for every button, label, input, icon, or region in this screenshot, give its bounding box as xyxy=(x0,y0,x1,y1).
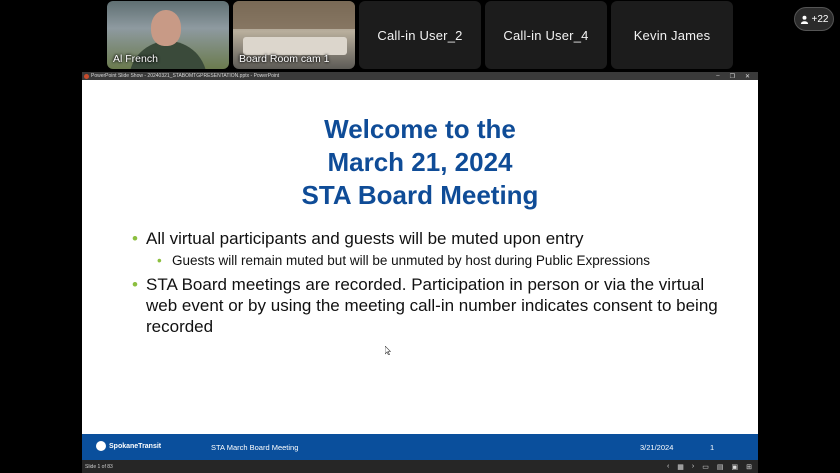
slide-title-line: Welcome to the xyxy=(324,114,516,144)
slide-title-line: STA Board Meeting xyxy=(301,180,539,210)
footer-slide-number: 1 xyxy=(710,443,715,452)
slideshow-controls: ‹ ▦ › ▭ ▤ ▣ ⊞ xyxy=(667,463,758,471)
slide-canvas[interactable]: Welcome to the March 21, 2024 STA Board … xyxy=(82,80,758,450)
powerpoint-icon xyxy=(84,73,89,79)
participant-name: Kevin James xyxy=(633,27,711,43)
participants-count: +22 xyxy=(811,13,829,25)
slide-footer: SpokaneTransit STA March Board Meeting 3… xyxy=(82,434,758,460)
logo-text: SpokaneTransit xyxy=(109,442,162,450)
restore-icon[interactable]: ❐ xyxy=(730,73,735,80)
sub-bullet-item: Guests will remain muted but will be unm… xyxy=(130,252,730,270)
person-icon xyxy=(800,15,808,24)
previous-slide-icon[interactable]: ‹ xyxy=(667,463,669,471)
slideshow-statusbar: Slide 1 of 83 ‹ ▦ › ▭ ▤ ▣ ⊞ xyxy=(82,460,758,473)
slide-bullets: All virtual participants and guests will… xyxy=(130,228,730,340)
participant-name: Board Room cam 1 xyxy=(239,53,330,65)
participants-count-button[interactable]: +22 xyxy=(794,7,834,31)
mouse-cursor-icon xyxy=(385,346,391,355)
presenter-icon[interactable]: ⊞ xyxy=(746,463,752,471)
bullet-item: STA Board meetings are recorded. Partici… xyxy=(130,274,730,337)
reading-view-icon[interactable]: ▤ xyxy=(717,463,724,471)
participant-video-head xyxy=(151,10,181,46)
participant-name: Call-in User_4 xyxy=(503,27,589,43)
normal-view-icon[interactable]: ▭ xyxy=(702,463,709,471)
footer-date: 3/21/2024 xyxy=(640,443,674,452)
participant-tile-al-french[interactable]: Al French xyxy=(107,1,229,69)
participant-name: Call-in User_2 xyxy=(377,27,463,43)
slide-title-line: March 21, 2024 xyxy=(327,147,513,177)
bullet-item: All virtual participants and guests will… xyxy=(130,228,730,249)
spokane-transit-logo: SpokaneTransit xyxy=(96,441,161,451)
close-icon[interactable]: ✕ xyxy=(745,73,750,80)
powerpoint-window[interactable]: PowerPoint Slide Show - 20240321_STABOMT… xyxy=(82,72,758,473)
slide-title: Welcome to the March 21, 2024 STA Board … xyxy=(82,113,758,212)
minimize-icon[interactable]: – xyxy=(716,73,719,80)
participant-tile-call-in-4[interactable]: Call-in User_4 xyxy=(485,1,607,69)
next-slide-icon[interactable]: › xyxy=(692,463,694,471)
window-controls: – ❐ ✕ xyxy=(716,73,758,80)
room-video-wall xyxy=(233,1,355,29)
slideshow-view-icon[interactable]: ▣ xyxy=(732,463,739,471)
window-titlebar: PowerPoint Slide Show - 20240321_STABOMT… xyxy=(82,72,758,80)
slide-sorter-icon[interactable]: ▦ xyxy=(677,463,684,471)
participant-tile-call-in-2[interactable]: Call-in User_2 xyxy=(359,1,481,69)
participant-tile-board-room-cam[interactable]: Board Room cam 1 xyxy=(233,1,355,69)
footer-title: STA March Board Meeting xyxy=(211,443,299,452)
logo-mark-icon xyxy=(96,441,106,451)
slide-counter: Slide 1 of 83 xyxy=(85,463,113,470)
participant-tile-kevin-james[interactable]: Kevin James xyxy=(611,1,733,69)
window-title: PowerPoint Slide Show - 20240321_STABOMT… xyxy=(91,73,280,79)
participant-name: Al French xyxy=(113,53,158,65)
